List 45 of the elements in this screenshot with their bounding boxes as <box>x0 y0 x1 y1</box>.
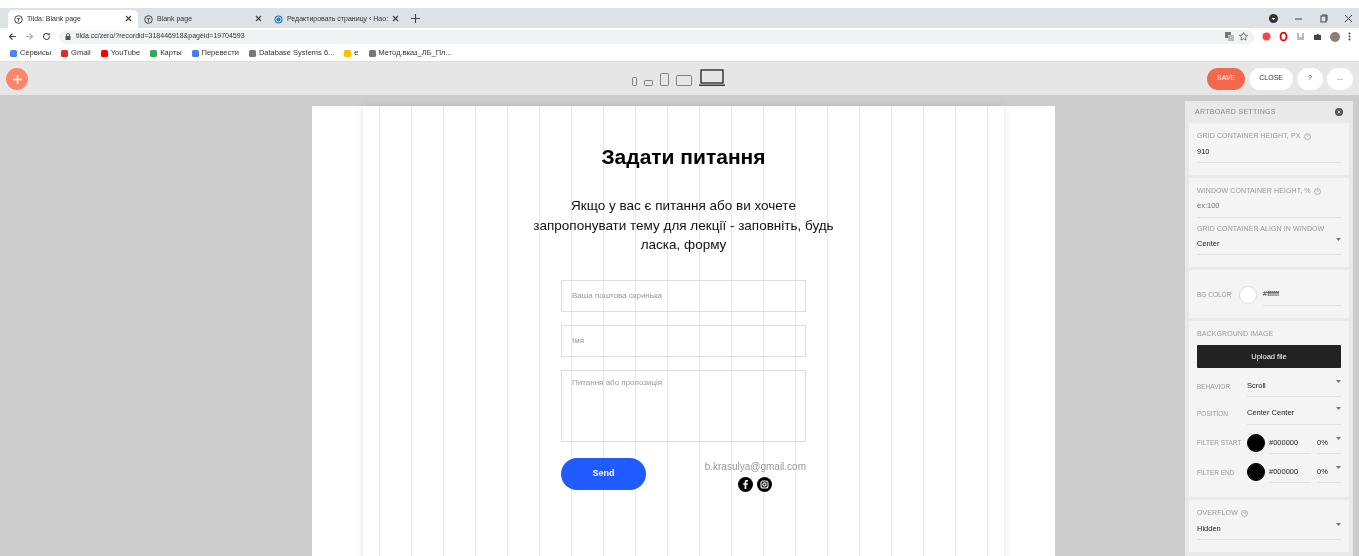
message-field[interactable]: Питання або пропозиція <box>561 369 806 442</box>
close-icon[interactable] <box>392 15 400 23</box>
caret-icon <box>1336 522 1341 526</box>
caret-icon <box>1336 436 1341 440</box>
phone-landscape-icon[interactable] <box>644 80 653 86</box>
caret-icon <box>1336 380 1341 383</box>
restore-icon[interactable] <box>1319 14 1328 23</box>
send-button[interactable]: Send <box>561 457 646 490</box>
close-icon[interactable] <box>1335 108 1343 116</box>
record-icon[interactable] <box>1262 32 1271 41</box>
forward-arrow-icon[interactable] <box>25 32 34 41</box>
tablet-landscape-icon[interactable] <box>676 75 692 86</box>
form-description: Якщо у вас є питання або ви хочете запропонувати тему для лекції - заповніть, будь ласка, форму <box>532 197 835 255</box>
laptop-icon[interactable] <box>699 69 725 86</box>
reload-icon[interactable] <box>42 32 51 41</box>
caret-icon <box>1336 238 1341 241</box>
input-field[interactable]: Імя <box>561 324 806 357</box>
phone-icon[interactable] <box>632 77 637 86</box>
star-icon[interactable] <box>1239 32 1248 41</box>
profile-icon[interactable] <box>1269 14 1278 23</box>
globe-icon <box>274 14 283 24</box>
close-icon[interactable] <box>255 15 262 23</box>
color-swatch[interactable] <box>1247 434 1265 453</box>
ring-icon[interactable] <box>1279 32 1288 41</box>
close-icon[interactable] <box>1344 14 1353 23</box>
lock-icon <box>65 33 71 40</box>
caret-icon <box>1336 407 1341 411</box>
back-arrow-icon[interactable] <box>8 32 17 41</box>
close-icon[interactable] <box>125 15 132 23</box>
tablet-icon[interactable] <box>660 73 669 86</box>
camera-icon[interactable] <box>757 476 773 492</box>
plus-icon <box>12 75 22 85</box>
tilda-icon <box>144 14 153 24</box>
email-text: b.krasulya@gmail.com <box>704 459 806 474</box>
form-title: Задати питання <box>601 144 766 170</box>
translate-icon[interactable] <box>1225 32 1234 41</box>
social-icon[interactable] <box>738 476 754 492</box>
tilda-icon <box>14 14 23 24</box>
input-field[interactable]: Ваша поштова скринька <box>561 279 806 312</box>
avatar-icon[interactable] <box>1330 31 1340 42</box>
new-tab-icon[interactable] <box>411 14 421 23</box>
add-button[interactable] <box>6 67 28 90</box>
caret-icon <box>1336 465 1341 469</box>
color-swatch[interactable] <box>1247 463 1265 482</box>
menu-dots-icon[interactable] <box>1348 32 1351 41</box>
